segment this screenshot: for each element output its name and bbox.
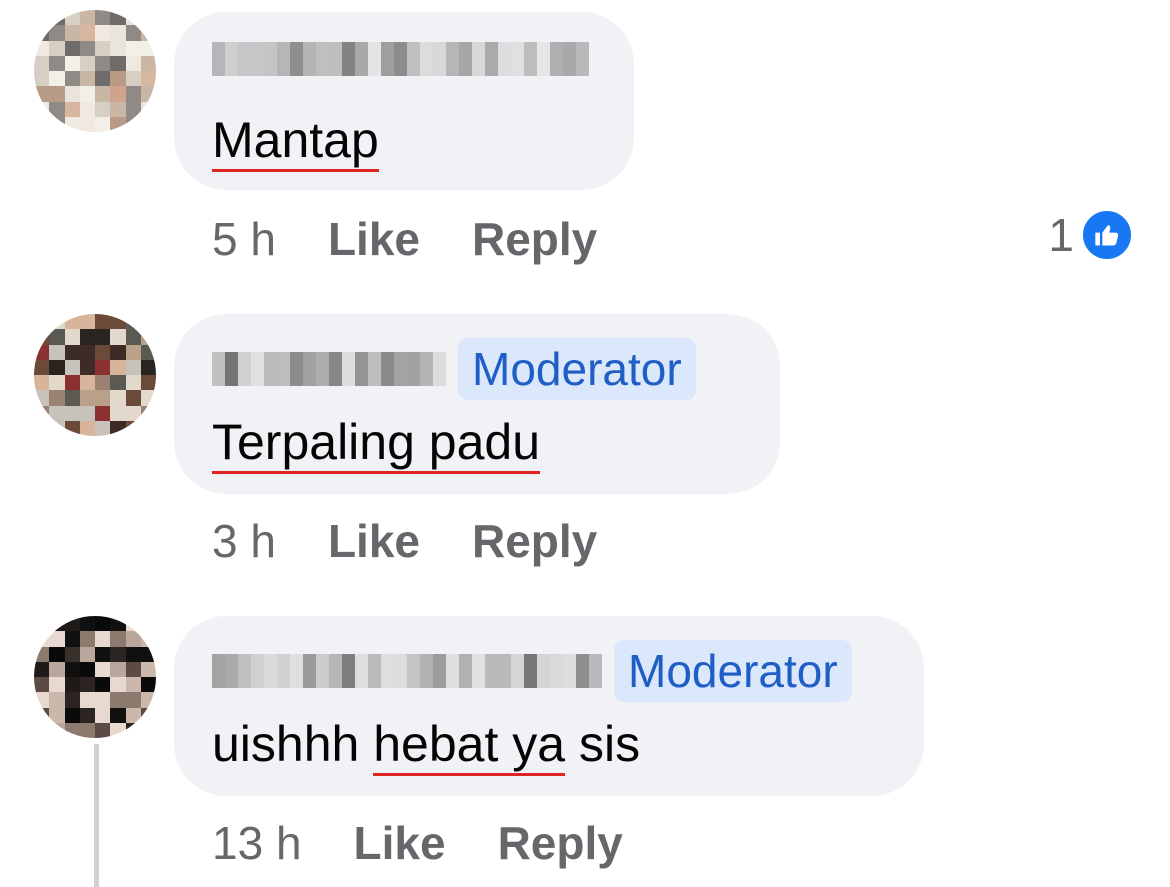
avatar[interactable]: [34, 616, 156, 738]
comment-actions: 3 h Like Reply: [212, 514, 649, 568]
comment-text: uishhh hebat ya sis: [212, 714, 640, 776]
moderator-badge: Moderator: [458, 338, 696, 400]
author-name-redacted[interactable]: [212, 42, 589, 76]
avatar[interactable]: [34, 314, 156, 436]
spellcheck-underline: hebat ya: [373, 716, 566, 776]
reply-button[interactable]: Reply: [472, 212, 597, 266]
comment-bubble: Moderator Terpaling padu: [174, 314, 780, 494]
thread-connector-line: [94, 744, 99, 887]
timestamp[interactable]: 13 h: [212, 816, 302, 870]
timestamp[interactable]: 5 h: [212, 212, 276, 266]
avatar[interactable]: [34, 10, 156, 132]
spellcheck-underline: Mantap: [212, 112, 379, 172]
reaction-summary[interactable]: 1: [1048, 208, 1134, 262]
comment-actions: 13 h Like Reply: [212, 816, 675, 870]
timestamp[interactable]: 3 h: [212, 514, 276, 568]
name-row: [212, 42, 589, 76]
reply-button[interactable]: Reply: [472, 514, 597, 568]
reply-button[interactable]: Reply: [498, 816, 623, 870]
comment-text: Mantap: [212, 110, 379, 172]
author-name-redacted[interactable]: [212, 654, 602, 688]
reaction-count: 1: [1048, 209, 1074, 261]
author-name-redacted[interactable]: [212, 352, 446, 386]
name-row: Moderator: [212, 338, 696, 400]
comment-actions: 5 h Like Reply: [212, 212, 649, 266]
like-button[interactable]: Like: [328, 514, 420, 568]
comment-text: Terpaling padu: [212, 412, 541, 474]
like-icon: [1080, 208, 1134, 262]
moderator-badge: Moderator: [614, 640, 852, 702]
like-button[interactable]: Like: [354, 816, 446, 870]
comment-bubble: Mantap: [174, 12, 634, 190]
like-button[interactable]: Like: [328, 212, 420, 266]
name-row: Moderator: [212, 640, 852, 702]
comment-bubble: Moderator uishhh hebat ya sis: [174, 616, 924, 796]
spellcheck-underline: Terpaling padu: [212, 414, 541, 474]
